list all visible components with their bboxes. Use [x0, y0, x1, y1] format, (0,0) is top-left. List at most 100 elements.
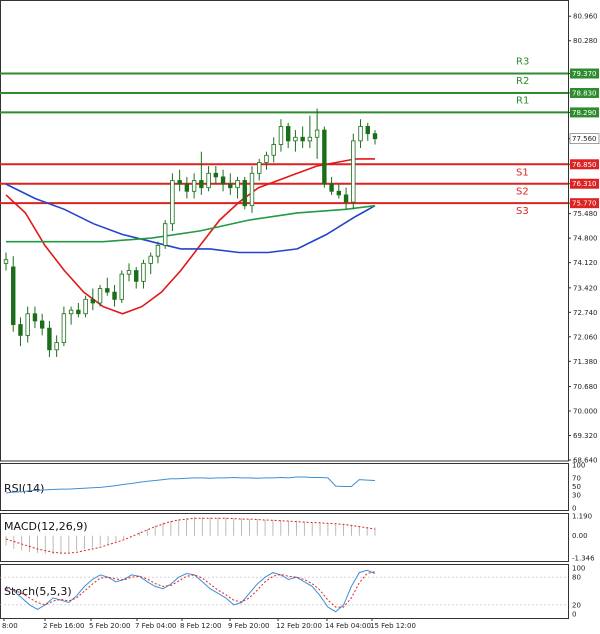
candle-body	[83, 298, 88, 315]
time-tick-label: 2 Feb 16:00	[43, 622, 84, 630]
moving-average-line	[6, 204, 376, 243]
candle-body	[329, 183, 334, 192]
candle-body	[25, 313, 30, 336]
price-tick-label: 70.000	[573, 408, 598, 416]
price-tick-label: 73.420	[573, 284, 598, 292]
candle-body	[278, 126, 284, 145]
candle-body	[271, 144, 276, 156]
rsi-line	[5, 476, 376, 494]
candle-body	[54, 342, 59, 351]
candle-body	[148, 255, 153, 264]
time-tick-label: 7 Feb 04:00	[135, 622, 176, 630]
candle-body	[235, 180, 240, 189]
rsi-axis-label: 50	[572, 483, 581, 491]
candle-body	[358, 126, 363, 142]
time-tick-label: 8:00	[2, 622, 18, 630]
candle-body	[141, 262, 146, 282]
stoch-axis-label: 0	[572, 611, 576, 619]
stoch-panel-frame	[0, 564, 569, 619]
candle-body	[257, 162, 262, 174]
candle-body	[119, 273, 124, 300]
level-name-r3: R3	[516, 57, 529, 68]
candle-body	[177, 180, 182, 185]
candle-body	[155, 244, 161, 257]
candle-body	[112, 291, 117, 300]
time-tick-label: 9 Feb 20:00	[228, 622, 269, 630]
candle-body	[184, 183, 190, 192]
candle-body	[191, 180, 197, 192]
rsi-axis-label: 30	[572, 492, 581, 500]
moving-average-line	[5, 158, 375, 315]
candle-body	[242, 180, 247, 207]
rsi-title: RSI(14)	[4, 482, 44, 495]
price-tick-label: 71.380	[573, 358, 598, 366]
price-tick-label: 74.120	[573, 259, 598, 267]
candle-body	[97, 288, 103, 304]
chart-canvas: 80.960 80.280 79.370 78.830 78.290 77.560 76.8…	[0, 0, 600, 630]
level-name-r1: R1	[516, 95, 529, 106]
macd-axis-label: 1.190	[572, 513, 592, 521]
level-price-label: 76.850	[572, 161, 597, 169]
level-name-r2: R2	[516, 76, 529, 87]
candle-body	[18, 324, 23, 336]
candle-body	[365, 126, 370, 135]
candle-body	[90, 298, 96, 304]
price-tick-label: 72.060	[573, 333, 598, 341]
level-price-label: 75.770	[572, 200, 597, 208]
price-tick-label: 69.320	[573, 432, 598, 440]
candle-body	[336, 190, 342, 196]
rsi-axis-label: 0	[572, 505, 576, 513]
candle-body	[285, 126, 291, 142]
macd-title: MACD(12,26,9)	[4, 520, 88, 533]
macd-axis-label: -1.346	[572, 555, 595, 563]
level-name-s1: S1	[516, 167, 529, 178]
rsi-axis-label: 100	[572, 462, 585, 470]
candle-body	[170, 180, 175, 225]
candle-body	[162, 223, 168, 246]
candle-body	[343, 194, 349, 203]
stoch-axis-label: 20	[572, 601, 581, 609]
candle-body	[47, 327, 52, 351]
price-tick-label: 72.740	[573, 309, 598, 317]
candle-body	[39, 320, 45, 329]
candle-body	[249, 172, 255, 207]
candle-body	[314, 129, 320, 138]
price-tick-label: 75.480	[573, 210, 598, 218]
time-tick-label: 15 Feb 12:00	[370, 622, 416, 630]
candle-body	[134, 270, 139, 282]
level-price-label: 78.830	[572, 89, 597, 97]
time-tick-label: 5 Feb 20:00	[89, 622, 130, 630]
candle-body	[293, 136, 298, 142]
candle-body	[264, 154, 269, 163]
candle-body	[61, 313, 67, 343]
price-tick-label: 80.960	[573, 13, 598, 21]
level-price-label: 79.370	[572, 70, 597, 78]
price-tick-label: 74.800	[573, 235, 598, 243]
candle-body	[11, 266, 16, 325]
candle-body	[300, 136, 305, 142]
rsi-panel-frame	[0, 463, 569, 511]
time-tick-label: 14 Feb 04:00	[325, 622, 371, 630]
price-tick-label: 80.280	[573, 37, 598, 45]
candle-body	[322, 129, 327, 185]
level-name-s3: S3	[516, 206, 529, 217]
price-tick-label: 70.680	[573, 383, 598, 391]
time-tick-label: 8 Feb 12:00	[180, 622, 221, 630]
main-panel-frame	[0, 0, 569, 462]
stoch-axis-label: 100	[572, 565, 585, 573]
macd-axis-label: 0.00	[572, 532, 588, 540]
level-name-s2: S2	[516, 187, 529, 198]
candle-body	[372, 133, 378, 140]
candle-body	[213, 172, 219, 178]
candle-body	[220, 176, 226, 185]
candle-body	[3, 259, 9, 264]
candle-body	[68, 309, 74, 315]
stoch-axis-label: 80	[572, 574, 581, 582]
candle-body	[307, 136, 313, 142]
level-price-label: 76.310	[572, 180, 597, 188]
candle-body	[206, 172, 211, 189]
candle-body	[105, 288, 110, 293]
current-price-label: 77.560	[572, 135, 597, 143]
candle-body	[76, 309, 81, 315]
candle-body	[199, 180, 204, 189]
